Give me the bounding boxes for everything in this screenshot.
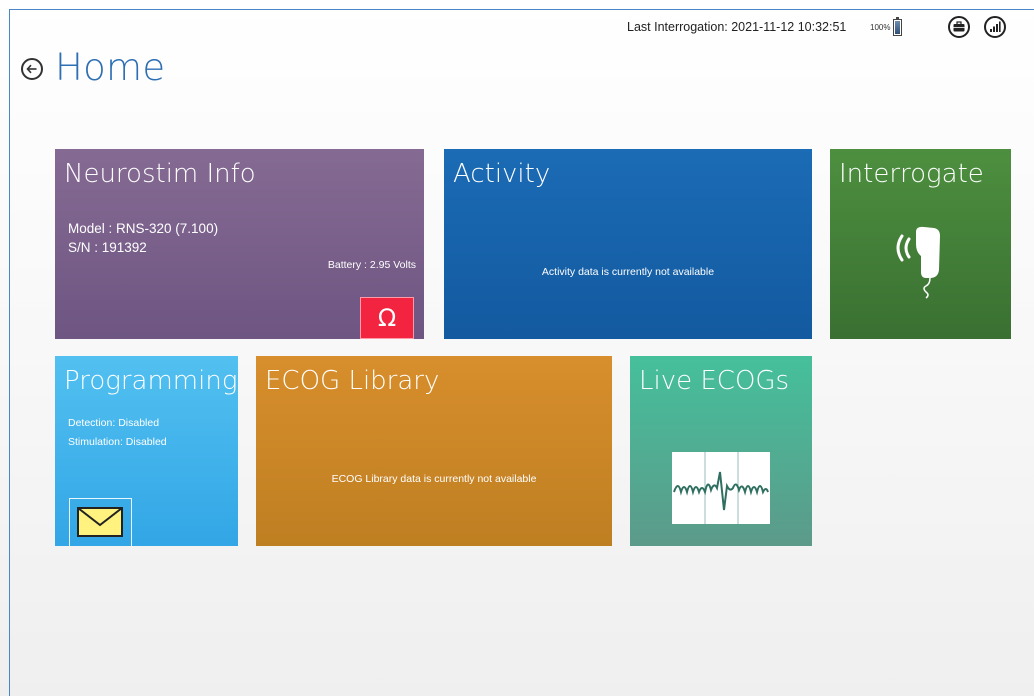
tile-title: Activity <box>453 159 551 189</box>
battery-icon <box>893 17 902 36</box>
tile-live-ecogs[interactable]: Live ECOGs <box>630 356 812 546</box>
back-arrow-icon[interactable] <box>21 58 43 80</box>
tile-title: Live ECOGs <box>639 366 790 396</box>
page-title: Home <box>55 46 166 89</box>
tile-title: Programming <box>64 366 238 396</box>
ecog-waveform-icon <box>672 452 770 524</box>
model-text: Model : RNS-320 (7.100) <box>68 221 219 236</box>
signal-icon[interactable] <box>984 16 1006 38</box>
briefcase-icon[interactable] <box>948 16 970 38</box>
tile-title: Interrogate <box>839 159 984 189</box>
battery-percent: 100% <box>870 23 891 32</box>
omega-button[interactable]: Ω <box>360 297 414 339</box>
mail-button[interactable] <box>69 498 132 546</box>
envelope-icon <box>77 507 123 537</box>
tile-ecog-library[interactable]: ECOG Library ECOG Library data is curren… <box>256 356 612 546</box>
status-bar: Last Interrogation: 2021-11-12 10:32:51 … <box>0 16 1034 39</box>
serial-number-text: S/N : 191392 <box>68 240 147 255</box>
stimulation-status: Stimulation: Disabled <box>68 436 167 448</box>
tile-interrogate[interactable]: Interrogate <box>830 149 1011 339</box>
tile-activity[interactable]: Activity Activity data is currently not … <box>444 149 812 339</box>
battery-voltage-text: Battery : 2.95 Volts <box>327 259 416 271</box>
telemetry-wand-icon <box>896 226 940 299</box>
app-frame <box>9 9 1034 696</box>
tile-title: ECOG Library <box>265 366 440 396</box>
tile-title: Neurostim Info <box>64 159 256 189</box>
omega-icon: Ω <box>377 304 397 332</box>
tile-neurostim-info[interactable]: Neurostim Info Model : RNS-320 (7.100) S… <box>55 149 424 339</box>
last-interrogation-text: Last Interrogation: 2021-11-12 10:32:51 <box>627 20 847 34</box>
ecog-library-status-text: ECOG Library data is currently not avail… <box>331 473 537 485</box>
activity-status-text: Activity data is currently not available <box>541 266 715 278</box>
tile-programming[interactable]: Programming Detection: Disabled Stimulat… <box>55 356 238 546</box>
detection-status: Detection: Disabled <box>68 417 160 429</box>
